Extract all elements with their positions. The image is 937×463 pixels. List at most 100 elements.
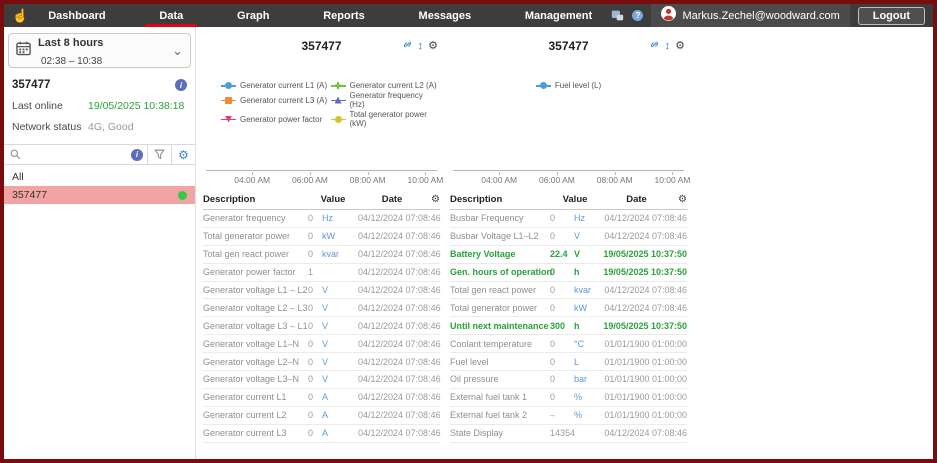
row-unit: A	[322, 428, 358, 438]
legend-item[interactable]: Generator current L2 (A)	[331, 81, 441, 90]
legend-marker-icon	[221, 96, 236, 105]
last-online-label: Last online	[12, 100, 88, 112]
link-icon[interactable]	[649, 38, 660, 54]
legend-item[interactable]: Generator current L1 (A)	[221, 81, 331, 90]
sidebar: Last 8 hours 02:38 – 10:38 ⌄ 357477 i La…	[4, 27, 196, 459]
row-unit: kW	[574, 303, 600, 313]
device-list-item[interactable]: 357477	[4, 186, 195, 204]
row-description: Generator frequency	[203, 213, 308, 223]
chart-panel-fuel: 357477 ↕ ⚙ Fuel level (L) 04:00 AM06:00 …	[450, 31, 687, 459]
resize-vertical-icon[interactable]: ↕	[665, 41, 671, 52]
user-email: Markus.Zechel@woodward.com	[682, 10, 839, 22]
row-unit: A	[322, 392, 358, 402]
x-tick-label: 04:00 AM	[481, 175, 517, 185]
table-row: Total generator power0kW04/12/2024 07:08…	[203, 228, 440, 246]
time-range-selector[interactable]: Last 8 hours 02:38 – 10:38 ⌄	[8, 33, 191, 68]
help-icon[interactable]: ?	[632, 10, 643, 21]
row-date: 19/05/2025 10:37:50	[600, 267, 687, 277]
nav-tab-management[interactable]: Management	[511, 4, 606, 27]
row-date: 04/12/2024 07:08:46	[600, 213, 687, 223]
row-value: 0	[550, 357, 574, 367]
table-row: Generator power factor104/12/2024 07:08:…	[203, 264, 440, 282]
device-group-all[interactable]: All	[12, 171, 195, 183]
row-description: Generator current L2	[203, 410, 308, 420]
link-icon[interactable]	[402, 38, 413, 54]
header-value: Value	[308, 194, 358, 205]
row-unit: Hz	[322, 213, 358, 223]
time-range-value: 02:38 – 10:38	[41, 56, 102, 67]
row-description: Total generator power	[450, 303, 550, 313]
header-value: Value	[550, 194, 600, 205]
x-tick-label: 08:00 AM	[597, 175, 633, 185]
legend-label: Generator current L3 (A)	[240, 96, 327, 105]
row-date: 04/12/2024 07:08:46	[358, 213, 441, 223]
search-info-icon[interactable]: i	[127, 145, 147, 164]
row-description: External fuel tank 2	[450, 410, 550, 420]
row-description: State Display	[450, 428, 550, 438]
info-icon[interactable]: i	[175, 79, 187, 91]
logout-button[interactable]: Logout	[858, 7, 925, 25]
chart-panel-generator: 357477 ↕ ⚙ Generator current L1 (A)Gener…	[203, 31, 440, 459]
chart-legend: Generator current L1 (A)Generator curren…	[203, 81, 440, 113]
row-value: 0	[308, 285, 322, 295]
row-date: 19/05/2025 10:37:50	[600, 249, 687, 259]
header-date: Date	[600, 194, 673, 205]
search-settings-gear-icon[interactable]: ⚙	[171, 145, 195, 164]
legend-item[interactable]: Fuel level (L)	[536, 81, 601, 90]
row-description: Generator voltage L3 – L1	[203, 321, 308, 331]
row-unit: bar	[574, 374, 600, 384]
row-value: 0	[550, 303, 574, 313]
table-row: External fuel tank 10%01/01/1900 01:00:0…	[450, 389, 687, 407]
device-search-bar: i ⚙	[4, 144, 195, 165]
resize-vertical-icon[interactable]: ↕	[418, 41, 424, 52]
table-row: Generator current L30A04/12/2024 07:08:4…	[203, 425, 440, 443]
nav-tab-messages[interactable]: Messages	[405, 4, 486, 27]
table-row: External fuel tank 2–%01/01/1900 01:00:0…	[450, 407, 687, 425]
row-value: 22.4	[550, 249, 574, 259]
row-value: 0	[308, 303, 322, 313]
user-menu[interactable]: Markus.Zechel@woodward.com	[651, 4, 849, 27]
table-settings-gear-icon[interactable]: ⚙	[426, 194, 440, 205]
row-value: –	[550, 410, 574, 420]
row-description: External fuel tank 1	[450, 392, 550, 402]
table-row: Generator voltage L1–N0V04/12/2024 07:08…	[203, 335, 440, 353]
row-description: Oil pressure	[450, 374, 550, 384]
row-value: 0	[308, 357, 322, 367]
legend-label: Generator frequency (Hz)	[350, 91, 441, 109]
nav-tab-dashboard[interactable]: Dashboard	[34, 4, 119, 27]
top-nav: ☝ DashboardDataGraphReportsMessagesManag…	[4, 4, 933, 27]
row-description: Fuel level	[450, 357, 550, 367]
row-description: Gen. hours of operation	[450, 267, 550, 277]
online-status-dot	[178, 191, 187, 200]
chart-settings-gear-icon[interactable]: ⚙	[675, 41, 685, 52]
header-date: Date	[358, 194, 426, 205]
chart-settings-gear-icon[interactable]: ⚙	[428, 41, 438, 52]
legend-item[interactable]: Generator current L3 (A)	[221, 91, 331, 109]
nav-tab-graph[interactable]: Graph	[223, 4, 283, 27]
row-description: Generator current L3	[203, 428, 308, 438]
row-description: Generator current L1	[203, 392, 308, 402]
legend-marker-icon	[221, 81, 236, 90]
x-tick-label: 04:00 AM	[234, 175, 270, 185]
row-date: 04/12/2024 07:08:46	[358, 303, 441, 313]
row-description: Total gen react power	[450, 285, 550, 295]
language-icon[interactable]	[611, 9, 624, 22]
row-unit: h	[574, 321, 600, 331]
row-date: 04/12/2024 07:08:46	[358, 374, 441, 384]
legend-item[interactable]: Generator frequency (Hz)	[331, 91, 441, 109]
search-input[interactable]	[21, 145, 127, 164]
row-date: 04/12/2024 07:08:46	[600, 303, 687, 313]
row-date: 04/12/2024 07:08:46	[358, 321, 441, 331]
row-value: 0	[550, 285, 574, 295]
row-value: 0	[550, 374, 574, 384]
row-value: 0	[550, 231, 574, 241]
table-row: Battery Voltage22.4V19/05/2025 10:37:50	[450, 246, 687, 264]
nav-tab-reports[interactable]: Reports	[309, 4, 379, 27]
filter-icon[interactable]	[147, 145, 171, 164]
table-settings-gear-icon[interactable]: ⚙	[673, 194, 687, 205]
row-date: 01/01/1900 01:00:00	[600, 410, 687, 420]
row-unit: V	[574, 249, 600, 259]
x-axis	[206, 170, 437, 171]
last-online-row: Last online 19/05/2025 10:38:18	[12, 100, 187, 112]
nav-tab-data[interactable]: Data	[145, 4, 197, 27]
